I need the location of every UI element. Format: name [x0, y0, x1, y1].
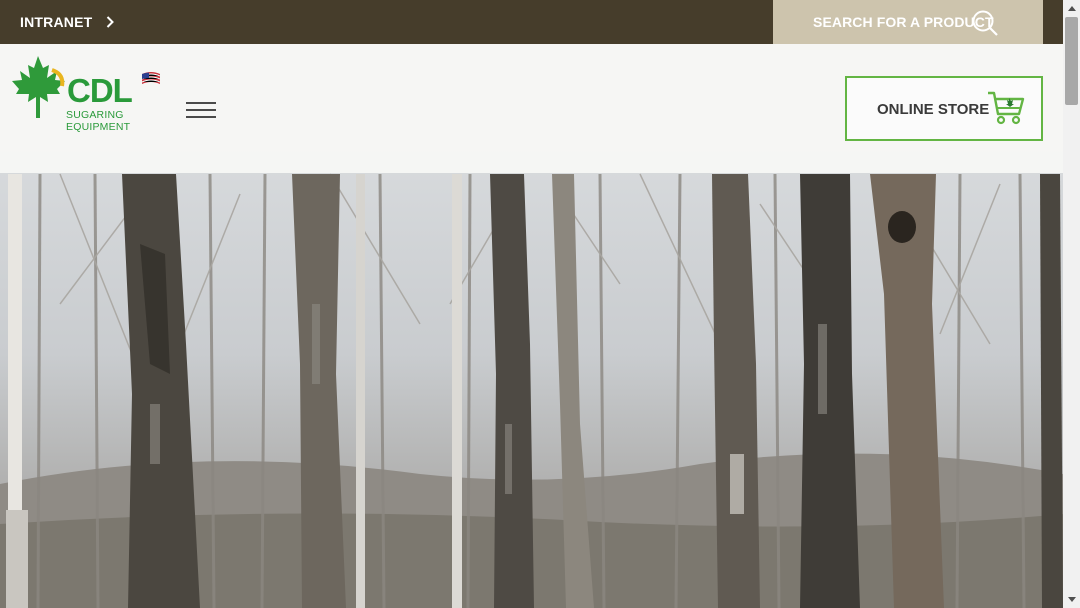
logo-subtitle: SUGARING EQUIPMENT	[66, 109, 130, 133]
page-scrollbar[interactable]	[1063, 0, 1080, 608]
logo-subtitle-line1: SUGARING	[66, 109, 124, 121]
intranet-label: INTRANET	[20, 14, 93, 30]
top-bar: INTRANET SEARCH FOR A PRODUCT	[0, 0, 1063, 44]
maple-leaf-icon	[12, 56, 65, 118]
intranet-link[interactable]: INTRANET	[20, 0, 115, 44]
online-store-button[interactable]: ONLINE STORE	[845, 76, 1043, 141]
us-flag-icon	[141, 72, 161, 84]
logo-wordmark: CDL	[67, 72, 133, 109]
search-icon	[971, 9, 999, 42]
hamburger-menu-icon[interactable]	[186, 102, 218, 124]
product-search-button[interactable]: SEARCH FOR A PRODUCT	[773, 0, 1043, 44]
chevron-right-icon	[106, 16, 115, 28]
logo-subtitle-line2: EQUIPMENT	[66, 121, 131, 133]
scroll-down-arrow-icon[interactable]	[1063, 591, 1080, 608]
scroll-up-arrow-icon[interactable]	[1063, 0, 1080, 17]
online-store-label: ONLINE STORE	[877, 101, 990, 118]
shopping-cart-icon	[987, 90, 1025, 131]
search-label: SEARCH FOR A PRODUCT	[813, 14, 994, 30]
scrollbar-thumb[interactable]	[1065, 17, 1078, 105]
site-header: CDL SUGARING EQUIPMENT ONLINE STORE	[0, 44, 1063, 173]
cdl-logo[interactable]: CDL SUGARING EQUIPMENT	[12, 56, 172, 168]
